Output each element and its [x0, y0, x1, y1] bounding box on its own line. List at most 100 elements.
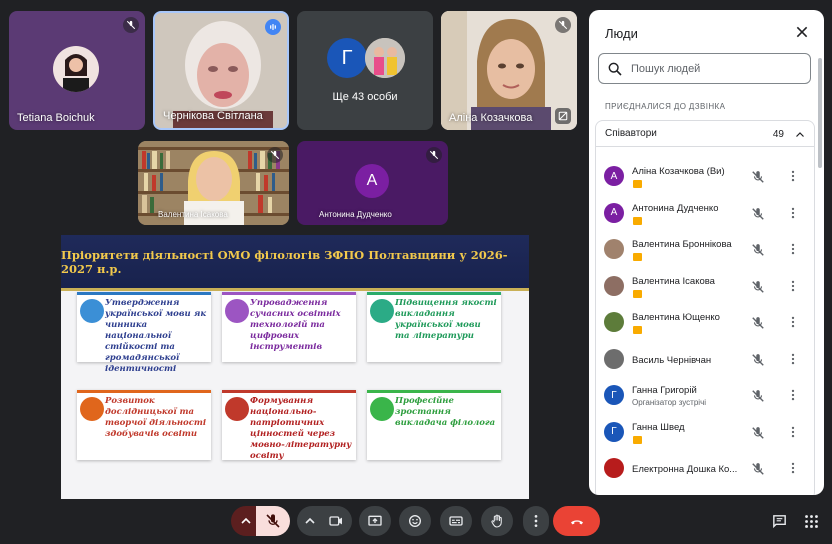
participant-name: Електронна Дошка Ко... — [632, 464, 738, 475]
participant-row[interactable]: Г Ганна Швед — [596, 415, 816, 451]
participant-avatar — [604, 239, 624, 259]
participant-row[interactable]: А Антонина Дудченко — [596, 196, 816, 232]
more-vert-icon[interactable] — [786, 388, 800, 402]
chevron-up-icon — [241, 517, 251, 524]
participant-avatar: Г — [604, 421, 624, 442]
captions-icon — [449, 516, 463, 526]
participant-tile[interactable]: Аліна Козачкова — [441, 11, 577, 130]
more-options-button[interactable] — [523, 506, 549, 536]
mic-off-icon[interactable] — [751, 353, 765, 367]
participant-name: Чернікова Світлана — [163, 110, 263, 122]
priority-text: Розвиток дослідницької та творчої діяльн… — [105, 396, 207, 439]
participant-name: Василь Чернівчан — [632, 354, 712, 366]
participant-avatar — [604, 348, 624, 369]
section-label: ПРИЄДНАЛИСЯ ДО ДЗВІНКА — [605, 102, 726, 111]
mic-off-icon — [267, 147, 283, 163]
slide-title: Пріоритети діяльності ОМО філологів ЗФПО… — [61, 247, 508, 276]
mic-off-icon[interactable] — [751, 207, 765, 221]
contributor-badge-icon — [633, 253, 642, 261]
participant-row[interactable]: Валентина Ісакова — [596, 269, 816, 305]
more-vert-icon — [534, 515, 538, 527]
scrollbar[interactable] — [818, 58, 822, 168]
participant-avatar: Г — [327, 38, 367, 78]
leave-call-button[interactable] — [553, 506, 600, 536]
people-panel: Люди ПРИЄДНАЛИСЯ ДО ДЗВІНКА Співавтори 4… — [589, 10, 824, 495]
participant-name: Аліна Козачкова (Ви) — [632, 166, 725, 177]
more-vert-icon[interactable] — [786, 352, 800, 366]
group-label: Співавтори — [605, 128, 657, 139]
priority-text: Професійне зростання викладача філолога — [395, 396, 496, 428]
priority-card: Упровадження сучасних освітніх технологі… — [222, 292, 356, 362]
participant-avatar: А — [355, 164, 389, 198]
contributors-group: Співавтори 49 А Аліна Козачкова (Ви) А Анто… — [595, 120, 815, 495]
apps-grid-icon[interactable] — [803, 513, 820, 530]
more-vert-icon[interactable] — [786, 279, 800, 293]
contributor-badge-icon — [633, 326, 642, 334]
more-vert-icon[interactable] — [786, 425, 800, 439]
participant-row[interactable]: А Аліна Козачкова (Ви) — [596, 159, 816, 195]
search-field[interactable] — [598, 53, 811, 84]
mic-off-icon[interactable] — [751, 426, 765, 440]
slide-header: Пріоритети діяльності ОМО філологів ЗФПО… — [61, 235, 529, 291]
participant-row[interactable]: Василь Чернівчан — [596, 342, 816, 378]
participant-row[interactable]: Валентина Броннікова — [596, 232, 816, 268]
mic-off-icon[interactable] — [751, 462, 765, 476]
raise-hand-button[interactable] — [481, 506, 513, 536]
participant-tile[interactable]: Валентина Ісакова — [138, 141, 289, 225]
priority-card: Підвищення якості викладання української… — [367, 292, 501, 362]
present-screen-icon — [368, 515, 382, 526]
participant-avatar-photo — [365, 38, 405, 78]
priority-card: Розвиток дослідницької та творчої діяльн… — [77, 390, 211, 460]
priority-card: Утвердження української мови як чинника … — [77, 292, 211, 374]
priority-text: Утвердження української мови як чинника … — [105, 298, 207, 374]
participant-tile[interactable]: А Антонина Дудченко — [297, 141, 448, 225]
reactions-button[interactable] — [399, 506, 431, 536]
participant-avatar — [604, 312, 624, 332]
participant-row[interactable]: Г Ганна Григорій Організатор зустрічі — [596, 378, 816, 414]
priority-dot-icon — [225, 299, 249, 323]
participant-name: Валентина Ісакова — [158, 210, 228, 219]
participant-role: Організатор зустрічі — [632, 398, 707, 407]
priority-text: Формування національно-патріотичних цінн… — [250, 396, 352, 461]
mic-off-icon[interactable] — [751, 389, 765, 403]
speaking-indicator-icon — [265, 19, 281, 35]
participant-name: Аліна Козачкова — [449, 112, 533, 124]
priority-dot-icon — [80, 299, 104, 323]
hand-icon — [491, 514, 502, 528]
search-input[interactable] — [631, 62, 801, 75]
chevron-up-icon[interactable] — [794, 129, 806, 141]
more-participants-tile[interactable]: Г Ще 43 особи — [297, 11, 433, 130]
participant-avatar — [53, 46, 99, 92]
participant-name: Ганна Швед — [632, 421, 685, 433]
participant-avatar: А — [604, 166, 624, 186]
chat-icon[interactable] — [771, 513, 788, 530]
mic-off-icon — [555, 17, 571, 33]
participant-row[interactable]: Валентина Ющенко — [596, 305, 816, 341]
contributor-badge-icon — [633, 289, 642, 298]
participant-tile-active-speaker[interactable]: Чернікова Світлана — [153, 11, 289, 130]
participant-name: Антонина Дудченко — [319, 210, 392, 219]
mic-off-icon[interactable] — [751, 280, 765, 294]
present-screen-button[interactable] — [359, 506, 391, 536]
camera-toggle-button[interactable] — [320, 506, 352, 536]
participant-avatar — [604, 458, 624, 478]
more-vert-icon[interactable] — [786, 461, 800, 475]
more-vert-icon[interactable] — [786, 242, 800, 256]
mic-off-icon[interactable] — [751, 243, 765, 257]
more-vert-icon[interactable] — [786, 169, 800, 183]
tile-options-icon[interactable] — [555, 108, 571, 124]
participant-avatar: А — [604, 202, 624, 223]
contributor-badge-icon — [633, 435, 642, 444]
captions-button[interactable] — [440, 506, 472, 536]
participant-tile[interactable]: Tetiana Boichuk — [9, 11, 145, 130]
presentation-slide: Пріоритети діяльності ОМО філологів ЗФПО… — [61, 235, 529, 499]
mic-off-icon[interactable] — [751, 170, 765, 184]
more-vert-icon[interactable] — [786, 206, 800, 220]
participant-row[interactable]: Електронна Дошка Ко... — [596, 451, 816, 487]
more-vert-icon[interactable] — [786, 315, 800, 329]
priority-text: Упровадження сучасних освітніх технологі… — [250, 298, 341, 352]
mic-toggle-button[interactable] — [256, 506, 290, 536]
mic-off-icon[interactable] — [751, 316, 765, 330]
close-icon[interactable] — [794, 24, 810, 40]
participant-name: Tetiana Boichuk — [17, 112, 95, 124]
